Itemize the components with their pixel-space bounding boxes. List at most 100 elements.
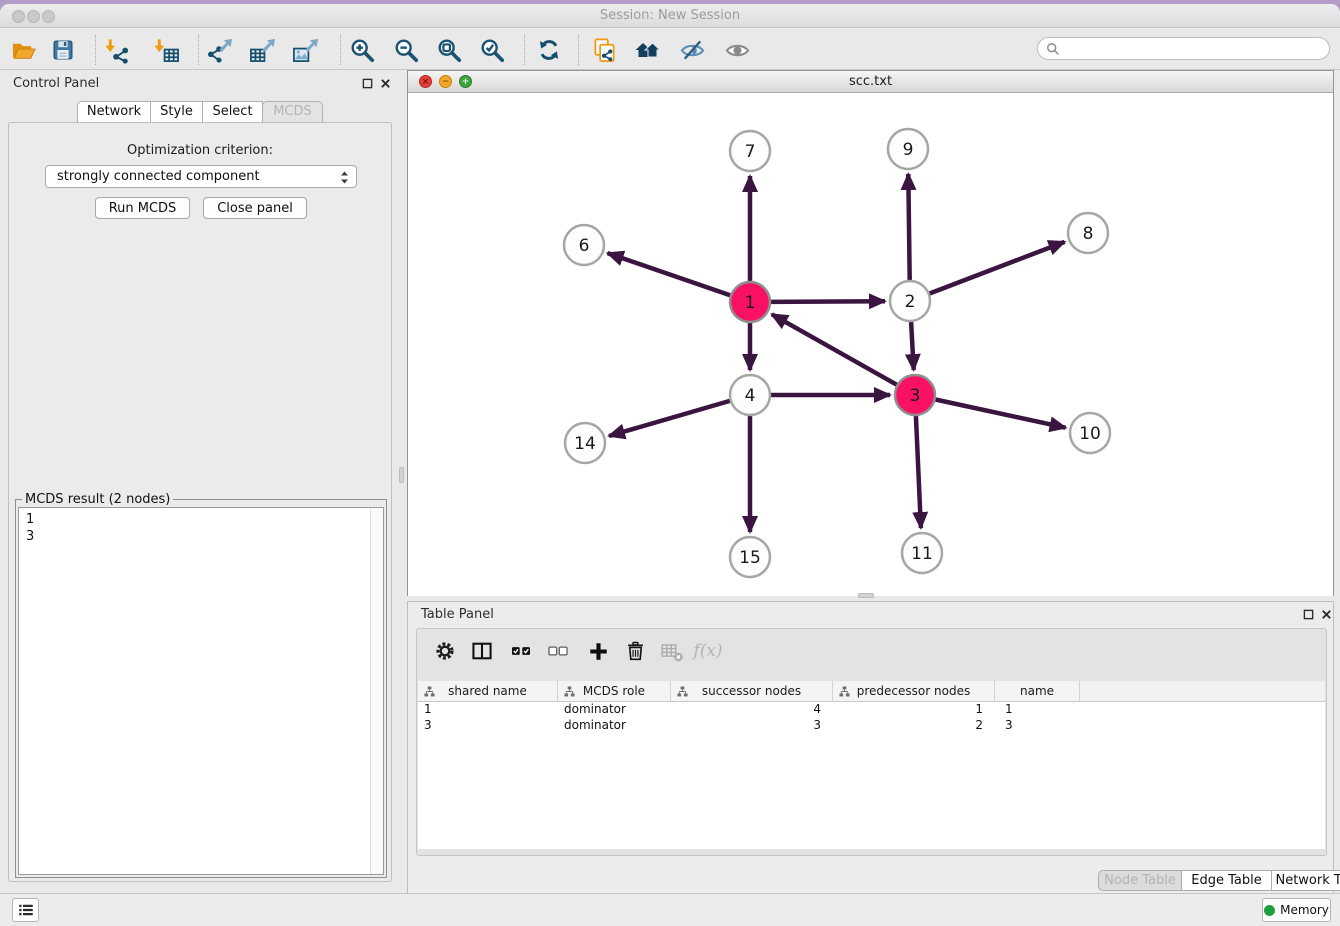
panel-splitter-handle[interactable] [399, 467, 404, 483]
tab-network[interactable]: Network [77, 101, 151, 123]
optimization-criterion-label: Optimization criterion: [9, 143, 391, 158]
graph-node-8[interactable]: 8 [1068, 213, 1108, 253]
tab-node-table[interactable]: Node Table [1098, 870, 1182, 891]
function-builder-icon: f(x) [693, 636, 723, 666]
import-network-icon[interactable] [101, 34, 133, 66]
edge-3-10[interactable] [936, 400, 1066, 428]
mcds-result-list[interactable]: 13 [18, 507, 384, 875]
table-cell[interactable]: 3 [418, 718, 558, 734]
table-cell[interactable]: dominator [558, 702, 671, 718]
header-filler [1080, 681, 1325, 701]
select-all-icon[interactable] [506, 636, 536, 666]
table-cell[interactable]: 2 [833, 718, 995, 734]
tab-mcds[interactable]: MCDS [262, 101, 323, 123]
network-title: scc.txt [408, 74, 1333, 89]
float-panel-icon[interactable] [360, 76, 374, 90]
network-canvas[interactable]: 1 2 3 4 6 7 8 9 10 11 14 15 [408, 93, 1333, 596]
edge-2-9[interactable] [908, 174, 909, 280]
export-network-icon[interactable] [203, 34, 235, 66]
run-mcds-button[interactable]: Run MCDS [95, 197, 190, 219]
show-eye-icon[interactable] [721, 34, 753, 66]
graph-node-11[interactable]: 11 [902, 533, 942, 573]
tab-edge-table[interactable]: Edge Table [1181, 870, 1272, 891]
export-image-icon[interactable] [289, 34, 321, 66]
graph-node-4[interactable]: 4 [730, 375, 770, 415]
clone-network-icon[interactable] [588, 34, 620, 66]
graph-node-9[interactable]: 9 [888, 129, 928, 169]
svg-text:7: 7 [745, 142, 756, 162]
show-columns-icon[interactable] [467, 636, 497, 666]
network-view-window: × − + scc.txt 1 2 3 4 6 7 8 9 10 11 14 15 [407, 70, 1334, 596]
export-table-icon[interactable] [246, 34, 278, 66]
column-type-icon [424, 686, 435, 700]
edge-4-14[interactable] [609, 401, 730, 436]
graph-node-15[interactable]: 15 [730, 537, 770, 577]
import-table-icon[interactable] [150, 34, 182, 66]
graph-node-10[interactable]: 10 [1070, 413, 1110, 453]
tab-style[interactable]: Style [150, 101, 203, 123]
zoom-fit-icon[interactable] [433, 34, 465, 66]
optimization-criterion-select[interactable]: strongly connected component [45, 165, 357, 188]
result-scrollbar[interactable] [370, 508, 383, 874]
edge-2-8[interactable] [930, 242, 1065, 294]
network-window-titlebar[interactable]: × − + scc.txt [408, 71, 1333, 93]
toolbar-separator [340, 35, 341, 65]
graph-node-7[interactable]: 7 [730, 131, 770, 171]
column-header-predecessor-nodes[interactable]: predecessor nodes [833, 681, 995, 701]
column-label: shared name [448, 684, 527, 698]
column-header-name[interactable]: name [995, 681, 1080, 701]
memory-button[interactable]: Memory [1262, 898, 1331, 922]
edge-3-1[interactable] [772, 314, 897, 384]
column-header-successor-nodes[interactable]: successor nodes [671, 681, 833, 701]
view-splitter-handle[interactable] [858, 593, 874, 598]
zoom-out-icon[interactable] [390, 34, 422, 66]
search-input[interactable] [1060, 40, 1329, 58]
zoom-in-icon[interactable] [346, 34, 378, 66]
memory-label: Memory [1280, 903, 1329, 917]
table-settings-gear-icon[interactable] [430, 636, 460, 666]
graph-node-1[interactable]: 1 [730, 282, 770, 322]
mcds-result-line[interactable]: 1 [26, 511, 383, 528]
graph-node-14[interactable]: 14 [565, 423, 605, 463]
table-row[interactable]: 1dominator411 [418, 702, 1325, 718]
mcds-result-line[interactable]: 3 [26, 528, 383, 545]
table-cell[interactable]: 1 [418, 702, 558, 718]
add-column-icon[interactable] [583, 636, 613, 666]
deselect-all-icon[interactable] [543, 636, 573, 666]
refresh-layout-icon[interactable] [533, 34, 565, 66]
column-header-shared-name[interactable]: shared name [418, 681, 558, 701]
edge-2-3[interactable] [911, 322, 914, 370]
float-table-panel-icon[interactable] [1301, 607, 1315, 621]
graph-node-3[interactable]: 3 [895, 375, 935, 415]
table-cell[interactable]: dominator [558, 718, 671, 734]
node-table-container: f(x) shared name MCDS rolesuccessor nodes… [416, 628, 1327, 856]
tab-select[interactable]: Select [202, 101, 263, 123]
save-session-icon[interactable] [47, 34, 79, 66]
column-header-MCDS-role[interactable]: MCDS role [558, 681, 671, 701]
task-history-button[interactable] [12, 898, 39, 922]
edge-1-6[interactable] [608, 253, 731, 295]
search-icon [1046, 42, 1060, 56]
table-panel: Table Panel [407, 601, 1334, 894]
open-file-icon[interactable] [7, 34, 39, 66]
table-cell[interactable]: 1 [995, 702, 1080, 718]
hide-selected-icon[interactable] [676, 34, 708, 66]
home-views-icon[interactable] [632, 34, 664, 66]
table-cell[interactable]: 3 [671, 718, 833, 734]
edge-3-11[interactable] [916, 416, 921, 528]
table-cell[interactable]: 4 [671, 702, 833, 718]
svg-text:10: 10 [1079, 424, 1101, 444]
table-row[interactable]: 3dominator323 [418, 718, 1325, 734]
table-cell[interactable]: 1 [833, 702, 995, 718]
tab-network-table[interactable]: Network Table [1271, 870, 1340, 891]
delete-column-trash-icon[interactable] [620, 636, 650, 666]
table-cell[interactable]: 3 [995, 718, 1080, 734]
window-title: Session: New Session [0, 8, 1340, 23]
edge-1-2[interactable] [771, 301, 885, 302]
close-panel-icon[interactable] [378, 76, 392, 90]
graph-node-6[interactable]: 6 [564, 225, 604, 265]
zoom-selected-icon[interactable] [476, 34, 508, 66]
close-panel-button[interactable]: Close panel [203, 197, 307, 219]
close-table-panel-icon[interactable] [1319, 607, 1333, 621]
graph-node-2[interactable]: 2 [890, 281, 930, 321]
